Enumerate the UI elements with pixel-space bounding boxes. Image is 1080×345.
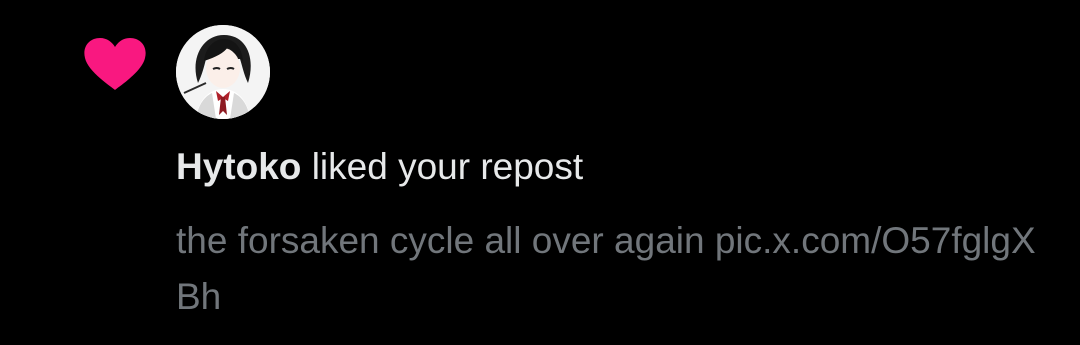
avatar[interactable] — [176, 25, 270, 119]
notification-headline: Hytoko liked your repost — [176, 145, 1036, 189]
heart-icon — [82, 36, 148, 92]
notification-item[interactable]: Hytoko liked your repost the forsaken cy… — [0, 0, 1080, 345]
post-preview-text: the forsaken cycle all over again pic.x.… — [176, 220, 1036, 317]
user-name-link[interactable]: Hytoko — [176, 146, 301, 187]
action-text: liked your repost — [311, 146, 584, 187]
